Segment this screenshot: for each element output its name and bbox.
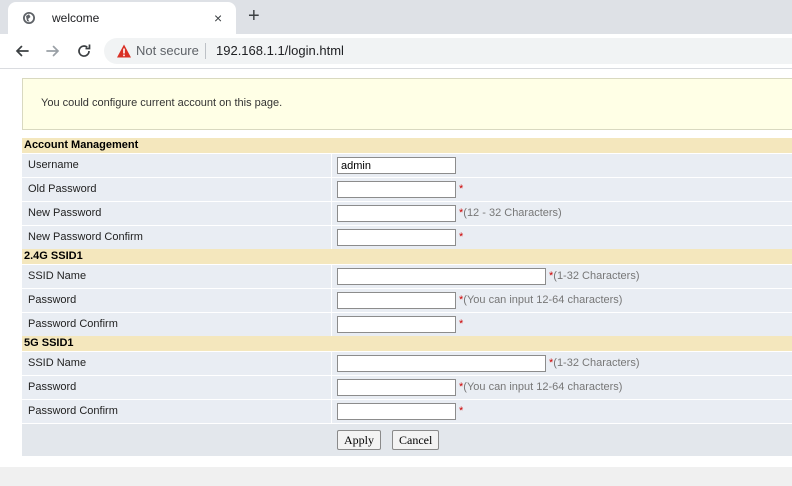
tab-title: welcome [52, 11, 100, 25]
new-password-confirm-hint: * [459, 230, 463, 245]
ssid24-password-input[interactable] [337, 292, 456, 309]
ssid24-password-hint-text: (You can input 12-64 characters) [463, 294, 623, 306]
cancel-button[interactable]: Cancel [392, 430, 440, 450]
browser-tab[interactable]: welcome × [8, 2, 236, 34]
browser-tab-strip: welcome × + [0, 0, 792, 34]
apply-button[interactable]: Apply [337, 430, 381, 450]
ssid5-password-hint-text: (You can input 12-64 characters) [463, 381, 623, 393]
required-mark: * [459, 405, 464, 417]
ssid5-name-input[interactable] [337, 355, 546, 372]
ssid5-password-label: Password [22, 376, 332, 399]
ssid5-confirm-label: Password Confirm [22, 400, 332, 423]
url-text[interactable]: 192.168.1.1/login.html [216, 43, 344, 58]
ssid5-name-label: SSID Name [22, 352, 332, 375]
ssid5-password-input[interactable] [337, 379, 456, 396]
back-arrow-icon[interactable] [12, 41, 32, 61]
form-row-ssid5-name: SSID Name *(1-32 Characters) [22, 351, 792, 375]
new-password-confirm-label: New Password Confirm [22, 226, 332, 249]
form-row-ssid5-password: Password *(You can input 12-64 character… [22, 375, 792, 399]
ssid24-name-label: SSID Name [22, 265, 332, 288]
username-input[interactable] [337, 157, 456, 174]
ssid24-name-hint: *(1-32 Characters) [549, 269, 639, 284]
required-mark: * [459, 318, 464, 330]
form-row-username: Username [22, 153, 792, 177]
account-form: Account Management Username Old Password… [22, 138, 792, 456]
form-row-new-password-confirm: New Password Confirm * [22, 225, 792, 249]
old-password-input[interactable] [337, 181, 456, 198]
form-row-ssid24-password: Password *(You can input 12-64 character… [22, 288, 792, 312]
ssid24-confirm-label: Password Confirm [22, 313, 332, 336]
ssid24-password-label: Password [22, 289, 332, 312]
address-bar[interactable]: Not secure 192.168.1.1/login.html [104, 38, 792, 64]
new-password-hint: *(12 - 32 Characters) [459, 206, 562, 221]
section-header-ssid24: 2.4G SSID1 [22, 249, 792, 264]
new-password-hint-text: (12 - 32 Characters) [463, 207, 562, 219]
reload-icon[interactable] [74, 41, 94, 61]
ssid5-name-hint: *(1-32 Characters) [549, 356, 639, 371]
security-status[interactable]: Not secure [136, 43, 199, 58]
ssid24-name-input[interactable] [337, 268, 546, 285]
tab-close-icon[interactable]: × [214, 10, 222, 26]
forward-arrow-icon[interactable] [43, 41, 63, 61]
new-tab-button[interactable]: + [248, 4, 260, 28]
section-header-account: Account Management [22, 138, 792, 153]
required-mark: * [459, 231, 464, 243]
old-password-hint: * [459, 182, 463, 197]
ssid24-confirm-hint: * [459, 317, 463, 332]
new-password-input[interactable] [337, 205, 456, 222]
globe-icon [23, 12, 35, 24]
ssid24-confirm-input[interactable] [337, 316, 456, 333]
notice-text: You could configure current account on t… [41, 97, 283, 109]
form-row-old-password: Old Password * [22, 177, 792, 201]
ssid5-confirm-hint: * [459, 404, 463, 419]
ssid5-password-hint: *(You can input 12-64 characters) [459, 380, 622, 395]
page-bottom-strip [0, 467, 792, 486]
form-row-ssid24-confirm: Password Confirm * [22, 312, 792, 336]
form-row-new-password: New Password *(12 - 32 Characters) [22, 201, 792, 225]
ssid5-confirm-input[interactable] [337, 403, 456, 420]
required-mark: * [459, 183, 464, 195]
page-content: You could configure current account on t… [0, 69, 792, 486]
browser-toolbar: Not secure 192.168.1.1/login.html [0, 34, 792, 69]
username-label: Username [22, 154, 332, 177]
address-separator [205, 43, 206, 59]
form-button-row: Apply Cancel [22, 423, 792, 456]
ssid5-name-hint-text: (1-32 Characters) [553, 357, 640, 369]
old-password-label: Old Password [22, 178, 332, 201]
ssid24-password-hint: *(You can input 12-64 characters) [459, 293, 622, 308]
section-header-ssid5: 5G SSID1 [22, 336, 792, 351]
ssid24-name-hint-text: (1-32 Characters) [553, 270, 640, 282]
form-row-ssid24-name: SSID Name *(1-32 Characters) [22, 264, 792, 288]
warning-triangle-icon [117, 44, 131, 58]
form-row-ssid5-confirm: Password Confirm * [22, 399, 792, 423]
new-password-label: New Password [22, 202, 332, 225]
new-password-confirm-input[interactable] [337, 229, 456, 246]
info-notice: You could configure current account on t… [22, 78, 792, 130]
